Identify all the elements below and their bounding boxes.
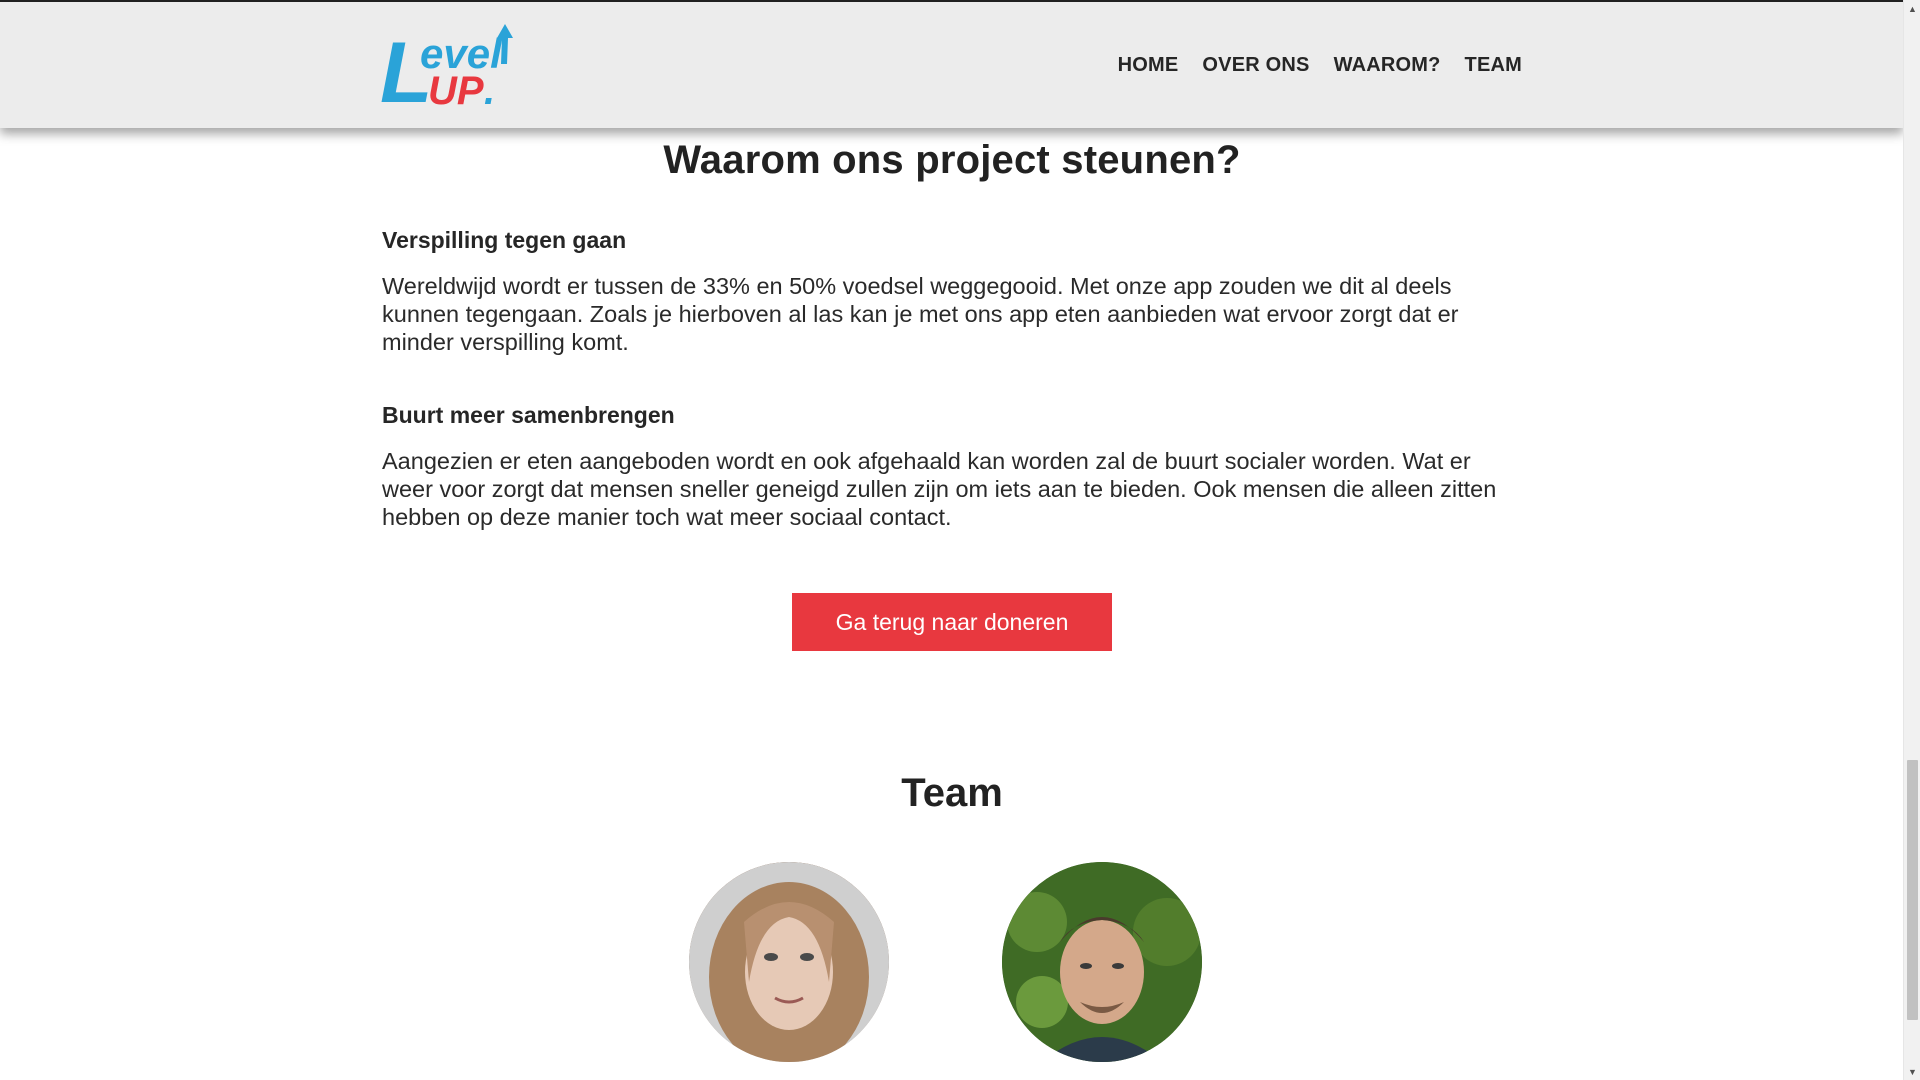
logo-dot: . [484,69,495,112]
nav-home[interactable]: HOME [1118,54,1179,77]
main-content: Waarom ons project steunen? Verspilling … [382,128,1522,1062]
navbar: L evel UP . HOME OVER ONS WAAROM? TEAM [0,2,1903,128]
scroll-thumb[interactable] [1907,760,1918,1020]
team-member-avatar[interactable] [1002,862,1202,1062]
why-section-title: Waarom ons project steunen? [663,138,1241,182]
scroll-down-arrow-icon[interactable]: ▼ [1904,1063,1920,1080]
avatar-portrait-icon [689,862,889,1062]
why-block-heading: Verspilling tegen gaan [382,227,627,253]
why-block-text: Wereldwijd wordt er tussen de 33% en 50%… [382,273,1459,355]
why-block-neighborhood: Buurt meer samenbrengen Aangezien er ete… [382,402,1522,531]
why-block-heading: Buurt meer samenbrengen [382,402,675,428]
why-block-waste: Verspilling tegen gaan Wereldwijd wordt … [382,227,1522,356]
team-member-avatar[interactable] [689,862,889,1062]
team-section-title: Team [901,771,1003,815]
level-up-logo[interactable]: L evel UP . [380,20,520,121]
logo-graphic: L evel UP . [380,24,513,121]
logo-line2: UP [428,69,484,112]
button-wrapper: Ga terug naar doneren [382,593,1522,651]
nav-waarom[interactable]: WAAROM? [1334,54,1441,77]
why-block-text: Aangezien er eten aangeboden wordt en oo… [382,448,1497,530]
main-nav: HOME OVER ONS WAAROM? TEAM [1118,54,1522,77]
nav-over-ons[interactable]: OVER ONS [1202,54,1309,77]
nav-team[interactable]: TEAM [1465,54,1522,77]
vertical-scrollbar[interactable]: ▲ ▼ [1903,0,1920,1080]
back-to-donate-button[interactable]: Ga terug naar doneren [792,593,1112,651]
scroll-up-arrow-icon[interactable]: ▲ [1904,0,1920,17]
avatar-portrait-icon [1002,862,1202,1062]
